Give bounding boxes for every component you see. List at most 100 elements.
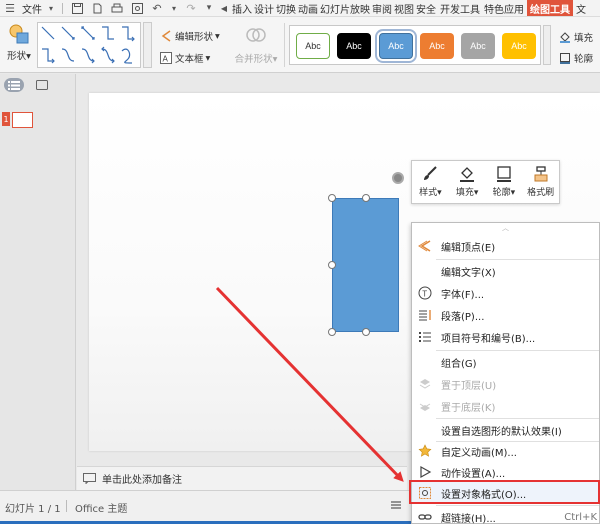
line-shapes-icon <box>41 26 135 64</box>
svg-text:T: T <box>422 290 427 299</box>
theme-name[interactable]: Office 主题 <box>75 500 127 515</box>
chevron-down-icon: ▾ <box>205 52 211 64</box>
style-swatch-5[interactable]: Abc <box>461 33 495 59</box>
outline-icon <box>495 165 513 183</box>
fill-bucket-icon <box>458 165 476 183</box>
export-icon[interactable] <box>90 1 104 15</box>
lines-gallery[interactable] <box>37 22 141 68</box>
edit-points-icon <box>418 239 432 253</box>
highlight-box <box>409 480 600 504</box>
menu-item-send-to-back[interactable]: 置于底层(K) <box>412 395 600 417</box>
mini-outline-button[interactable]: 轮廓▾ <box>486 161 523 203</box>
save-icon[interactable] <box>70 1 84 15</box>
scroll-up-icon[interactable]: ︿ <box>412 223 599 233</box>
menu-item-edit-text[interactable]: 编辑文字(X) <box>412 260 600 282</box>
text-box-button[interactable]: A 文本框 ▾ <box>160 51 210 65</box>
chevron-down-icon: ▾ <box>215 30 220 42</box>
text-box-label: 文本框 <box>175 54 204 65</box>
menu-item-group[interactable]: 组合(G) <box>412 351 600 373</box>
menu-item-bring-to-front[interactable]: 置于顶层(U) <box>412 373 600 395</box>
style-swatch-6[interactable]: Abc <box>502 33 536 59</box>
more-icon[interactable]: ▾ <box>204 1 214 15</box>
shape-button[interactable]: 形状▾ <box>4 23 34 62</box>
lines-gallery-scrollbar[interactable] <box>143 22 152 68</box>
tab-special[interactable]: 特色应用 <box>483 1 525 16</box>
tab-view[interactable]: 视图 <box>393 1 415 16</box>
mini-fill-button[interactable]: 填充▾ <box>449 161 486 203</box>
notes-toggle-icon[interactable] <box>390 499 402 514</box>
tab-security[interactable]: 安全 <box>415 1 437 16</box>
style-swatch-4[interactable]: Abc <box>420 33 454 59</box>
rotate-handle[interactable] <box>392 172 404 184</box>
outline-view-tab[interactable] <box>4 78 24 92</box>
edit-shape-button[interactable]: 编辑形状 ▾ <box>160 29 220 43</box>
menu-item-set-default-effect[interactable]: 设置自选图形的默认效果(I) <box>412 419 600 441</box>
menu-item-custom-animation[interactable]: 自定义动画(M)... <box>412 440 600 462</box>
menu-item-label: 自定义动画(M)... <box>441 447 517 459</box>
tab-drawing-tools[interactable]: 绘图工具 <box>527 0 573 16</box>
style-swatch-3[interactable]: Abc <box>375 29 417 63</box>
chevron-down-icon[interactable]: ▾ <box>170 1 178 15</box>
file-menu[interactable]: 文件 <box>20 0 44 16</box>
slides-view-tab[interactable] <box>32 78 52 92</box>
selected-rectangle-shape[interactable] <box>332 198 399 332</box>
slides-icon <box>36 80 48 90</box>
edit-shape-label: 编辑形状 <box>175 32 214 43</box>
merge-shape-button[interactable]: 合并形状▾ <box>232 25 280 65</box>
notes-bar[interactable]: 单击此处添加备注 <box>77 466 407 490</box>
tab-review[interactable]: 审阅 <box>371 1 393 16</box>
resize-handle-left[interactable] <box>328 261 336 269</box>
scroll-left-icon[interactable]: ◀ <box>220 1 228 15</box>
tab-text-tools[interactable]: 文 <box>575 1 587 16</box>
divider <box>284 23 285 67</box>
menu-icon[interactable]: ☰ <box>3 1 17 15</box>
bring-to-front-icon <box>418 377 432 391</box>
chevron-down-icon: ▾ <box>437 188 442 198</box>
chevron-down-icon[interactable]: ▾ <box>47 1 55 15</box>
menu-item-label: 置于底层(K) <box>441 402 496 414</box>
tab-slideshow[interactable]: 幻灯片放映 <box>319 1 371 16</box>
brush-icon <box>421 165 439 183</box>
menu-item-bullets[interactable]: 项目符号和编号(B)... <box>412 326 600 348</box>
menu-item-hyperlink[interactable]: 超链接(H)... Ctrl+K <box>412 506 600 524</box>
tab-design[interactable]: 设计 <box>253 1 275 16</box>
chevron-down-icon: ▾ <box>510 188 516 198</box>
tab-insert[interactable]: 插入 <box>231 1 253 16</box>
shape-icon <box>8 23 30 45</box>
menu-item-edit-points[interactable]: 编辑顶点(E) <box>412 235 600 257</box>
paragraph-icon <box>418 308 432 322</box>
merge-shape-icon <box>245 25 267 45</box>
resize-handle-bottom[interactable] <box>362 328 370 336</box>
preview-icon[interactable] <box>130 1 144 15</box>
menu-item-label: 置于顶层(U) <box>441 380 497 392</box>
outline-button[interactable]: 轮廓 <box>559 51 593 65</box>
menu-item-font[interactable]: T 字体(F)... <box>412 282 600 304</box>
style-gallery-scrollbar[interactable] <box>543 25 551 65</box>
hyperlink-icon <box>418 510 432 524</box>
slide-thumbnail[interactable] <box>12 112 33 128</box>
format-painter-icon <box>532 165 550 183</box>
menu-item-label: 字体(F)... <box>441 289 485 301</box>
mini-format-painter-button[interactable]: 格式刷 <box>522 161 559 203</box>
resize-handle-top-left[interactable] <box>328 194 336 202</box>
style-swatch-2[interactable]: Abc <box>337 33 371 59</box>
undo-icon[interactable]: ↶ <box>150 1 164 15</box>
notes-icon <box>83 473 96 485</box>
send-to-back-icon <box>418 399 432 413</box>
style-swatch-1[interactable]: Abc <box>296 33 330 59</box>
mini-style-button[interactable]: 样式▾ <box>412 161 449 203</box>
tab-developer[interactable]: 开发工具 <box>439 1 481 16</box>
shape-style-gallery: Abc Abc Abc Abc Abc Abc <box>289 25 541 65</box>
menu-item-label: 段落(P)... <box>441 311 485 323</box>
ribbon-tabs: 插入 设计 切换 动画 幻灯片放映 审阅 视图 安全 开发工具 特色应用 绘图工… <box>231 0 587 16</box>
fill-button[interactable]: 填充 <box>559 30 593 44</box>
tab-animation[interactable]: 动画 <box>297 1 319 16</box>
redo-icon[interactable]: ↷ <box>184 1 198 15</box>
resize-handle-top[interactable] <box>362 194 370 202</box>
menu-item-paragraph[interactable]: 段落(P)... <box>412 304 600 326</box>
print-icon[interactable] <box>110 1 124 15</box>
menu-item-label: 编辑顶点(E) <box>441 242 496 254</box>
panel-tabs <box>0 74 75 96</box>
resize-handle-bottom-left[interactable] <box>328 328 336 336</box>
tab-transition[interactable]: 切换 <box>275 1 297 16</box>
